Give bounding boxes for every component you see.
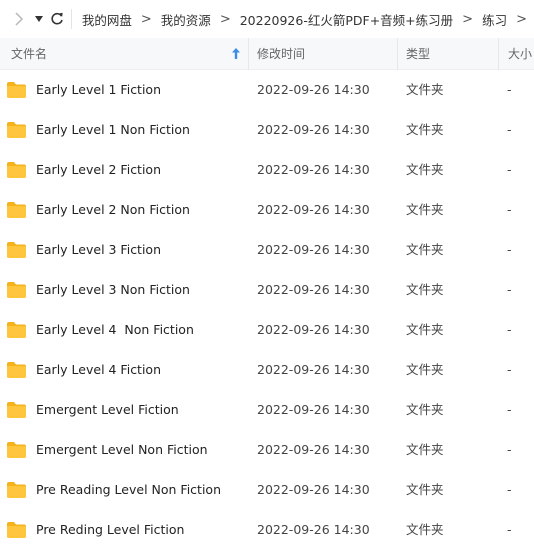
file-size: - — [507, 162, 512, 177]
folder-icon — [7, 442, 26, 458]
file-row[interactable]: Pre Reading Level Non Fiction 2022-09-26 … — [0, 470, 534, 510]
folder-icon — [7, 202, 26, 218]
column-divider[interactable] — [397, 38, 398, 70]
folder-icon — [7, 242, 26, 258]
folder-icon — [7, 122, 26, 138]
file-type: 文件夹 — [406, 282, 444, 297]
file-modified-time: 2022-09-26 14:30 — [257, 202, 370, 217]
file-row[interactable]: Emergent Level Non Fiction 2022-09-26 14:… — [0, 430, 534, 470]
file-modified-time: 2022-09-26 14:30 — [257, 362, 370, 377]
toolbar-divider — [70, 9, 72, 29]
file-name[interactable]: Early Level 2 Fiction — [36, 150, 161, 190]
file-name[interactable]: Early Level 4 Non Fiction — [36, 310, 194, 350]
file-modified-time: 2022-09-26 14:30 — [257, 402, 370, 417]
file-modified-time: 2022-09-26 14:30 — [257, 442, 370, 457]
file-row[interactable]: Emergent Level Fiction 2022-09-26 14:30 文件… — [0, 390, 534, 430]
file-modified-time: 2022-09-26 14:30 — [257, 282, 370, 297]
file-size: - — [507, 82, 512, 97]
file-type: 文件夹 — [406, 162, 444, 177]
breadcrumb-item-folder[interactable]: 20220926-红火箭PDF+音频+练习册 — [238, 10, 455, 29]
file-row[interactable]: Early Level 2 Fiction 2022-09-26 14:30 文件夹… — [0, 150, 534, 190]
folder-icon — [7, 162, 26, 178]
file-name[interactable]: Early Level 1 Non Fiction — [36, 110, 190, 150]
file-name[interactable]: Emergent Level Non Fiction — [36, 430, 208, 470]
file-size: - — [507, 402, 512, 417]
breadcrumb-separator: > — [219, 11, 231, 27]
file-row[interactable]: Early Level 1 Fiction 2022-09-26 14:30 文件夹… — [0, 70, 534, 110]
file-row[interactable]: Early Level 3 Fiction 2022-09-26 14:30 文件夹… — [0, 230, 534, 270]
breadcrumb: 我的网盘 > 我的资源 > 20220926-红火箭PDF+音频+练习册 > 练… — [80, 10, 534, 29]
breadcrumb-separator: > — [516, 11, 527, 27]
breadcrumb-separator: > — [462, 11, 474, 27]
file-size: - — [507, 362, 512, 377]
file-size: - — [507, 242, 512, 257]
breadcrumb-separator: > — [140, 11, 152, 27]
file-name[interactable]: Early Level 2 Non Fiction — [36, 190, 190, 230]
folder-icon — [7, 482, 26, 498]
file-modified-time: 2022-09-26 14:30 — [257, 242, 370, 257]
file-row[interactable]: Pre Reding Level Fiction 2022-09-26 14:30… — [0, 510, 534, 550]
refresh-button[interactable] — [47, 0, 67, 38]
file-type: 文件夹 — [406, 202, 444, 217]
file-size: - — [507, 322, 512, 337]
file-type: 文件夹 — [406, 522, 444, 537]
navigation-bar: 我的网盘 > 我的资源 > 20220926-红火箭PDF+音频+练习册 > 练… — [0, 0, 534, 38]
folder-icon — [7, 282, 26, 298]
file-size: - — [507, 442, 512, 457]
file-type: 文件夹 — [406, 322, 444, 337]
file-type: 文件夹 — [406, 82, 444, 97]
history-dropdown-button[interactable] — [31, 0, 47, 38]
file-row[interactable]: Early Level 4 Fiction 2022-09-26 14:30 文件夹… — [0, 350, 534, 390]
file-name[interactable]: Pre Reding Level Fiction — [36, 510, 184, 550]
folder-icon — [7, 82, 26, 98]
file-row[interactable]: Early Level 1 Non Fiction 2022-09-26 14:3… — [0, 110, 534, 150]
file-type: 文件夹 — [406, 362, 444, 377]
file-size: - — [507, 202, 512, 217]
file-size: - — [507, 282, 512, 297]
caret-down-icon — [35, 16, 44, 22]
file-row[interactable]: Early Level 4 Non Fiction 2022-09-26 14:3… — [0, 310, 534, 350]
file-size: - — [507, 122, 512, 137]
file-name[interactable]: Emergent Level Fiction — [36, 390, 179, 430]
breadcrumb-item-current[interactable]: 练习 — [480, 10, 509, 29]
column-header-size[interactable]: 大小 — [508, 38, 532, 70]
file-row[interactable]: Early Level 3 Non Fiction 2022-09-26 14:3… — [0, 270, 534, 310]
folder-icon — [7, 362, 26, 378]
breadcrumb-item-my-resources[interactable]: 我的资源 — [159, 10, 213, 29]
file-name[interactable]: Early Level 1 Fiction — [36, 70, 161, 110]
column-header-modified[interactable]: 修改时间 — [257, 38, 305, 70]
breadcrumb-item-my-drive[interactable]: 我的网盘 — [80, 10, 134, 29]
file-modified-time: 2022-09-26 14:30 — [257, 122, 370, 137]
forward-button[interactable] — [6, 0, 31, 38]
sort-ascending-icon[interactable] — [231, 47, 241, 60]
file-size: - — [507, 522, 512, 537]
file-list: Early Level 1 Fiction 2022-09-26 14:30 文件夹… — [0, 70, 534, 550]
file-type: 文件夹 — [406, 442, 444, 457]
column-divider[interactable] — [248, 38, 249, 70]
column-header-name[interactable]: 文件名 — [11, 38, 47, 70]
file-modified-time: 2022-09-26 14:30 — [257, 522, 370, 537]
file-modified-time: 2022-09-26 14:30 — [257, 162, 370, 177]
file-type: 文件夹 — [406, 122, 444, 137]
folder-icon — [7, 522, 26, 538]
file-modified-time: 2022-09-26 14:30 — [257, 482, 370, 497]
refresh-icon — [51, 12, 63, 25]
file-name[interactable]: Early Level 3 Fiction — [36, 230, 161, 270]
file-type: 文件夹 — [406, 242, 444, 257]
file-type: 文件夹 — [406, 402, 444, 417]
file-type: 文件夹 — [406, 482, 444, 497]
file-modified-time: 2022-09-26 14:30 — [257, 322, 370, 337]
file-name[interactable]: Pre Reading Level Non Fiction — [36, 470, 221, 510]
file-modified-time: 2022-09-26 14:30 — [257, 82, 370, 97]
file-name[interactable]: Early Level 4 Fiction — [36, 350, 161, 390]
column-divider[interactable] — [498, 38, 499, 70]
chevron-right-icon — [15, 12, 23, 26]
file-size: - — [507, 482, 512, 497]
file-name[interactable]: Early Level 3 Non Fiction — [36, 270, 190, 310]
column-header-type[interactable]: 类型 — [406, 38, 430, 70]
folder-icon — [7, 322, 26, 338]
folder-icon — [7, 402, 26, 418]
file-row[interactable]: Early Level 2 Non Fiction 2022-09-26 14:3… — [0, 190, 534, 230]
file-list-header: 文件名 修改时间 类型 大小 — [0, 38, 534, 70]
